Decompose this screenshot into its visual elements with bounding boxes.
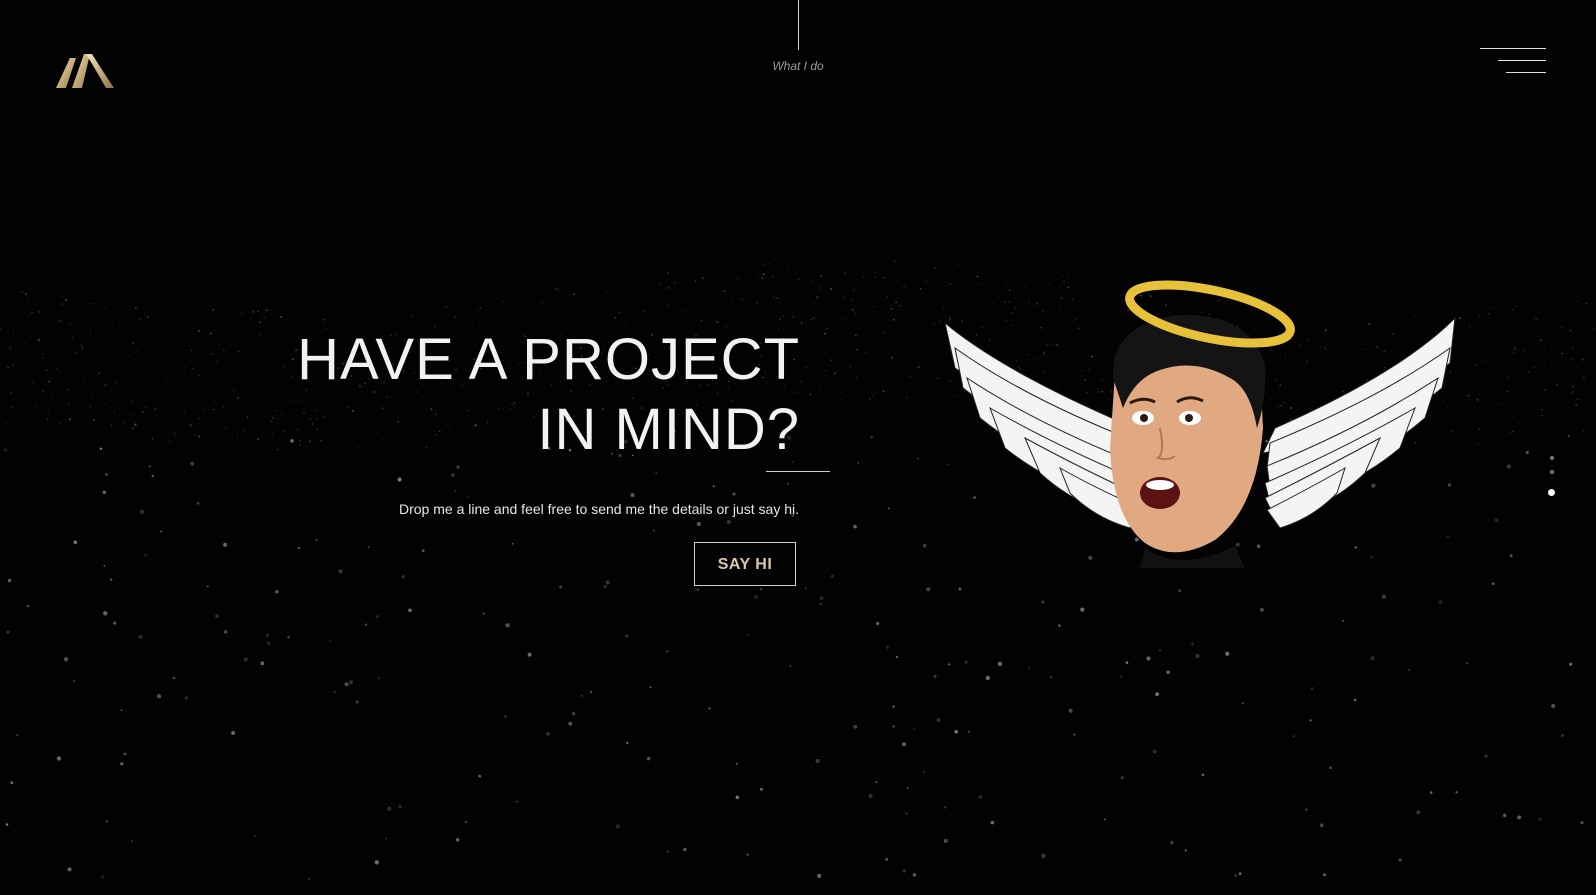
headline-underline <box>766 471 830 472</box>
headline-line-2: IN MIND? <box>537 397 800 462</box>
scroll-indicator-line <box>798 0 799 50</box>
hero-subtitle: Drop me a line and feel free to send me … <box>399 501 799 517</box>
section-pager <box>1548 456 1558 506</box>
page-stage: What I do HAVE A PROJECT IN MIND? Drop m… <box>0 0 1596 895</box>
face-icon <box>1110 314 1266 568</box>
pager-dot-2[interactable] <box>1550 470 1554 474</box>
hamburger-menu-icon[interactable] <box>1480 46 1546 74</box>
pager-dot-3[interactable] <box>1548 489 1555 496</box>
angel-face-illustration <box>945 280 1456 568</box>
right-wing-icon <box>1262 316 1456 529</box>
site-logo[interactable] <box>56 52 114 90</box>
nav-link-what-i-do[interactable]: What I do <box>748 59 848 73</box>
say-hi-button[interactable]: SAY HI <box>694 542 796 586</box>
pager-dot-1[interactable] <box>1550 456 1554 460</box>
hero-headline: HAVE A PROJECT IN MIND? <box>260 325 800 465</box>
headline-line-1: HAVE A PROJECT <box>297 327 800 392</box>
